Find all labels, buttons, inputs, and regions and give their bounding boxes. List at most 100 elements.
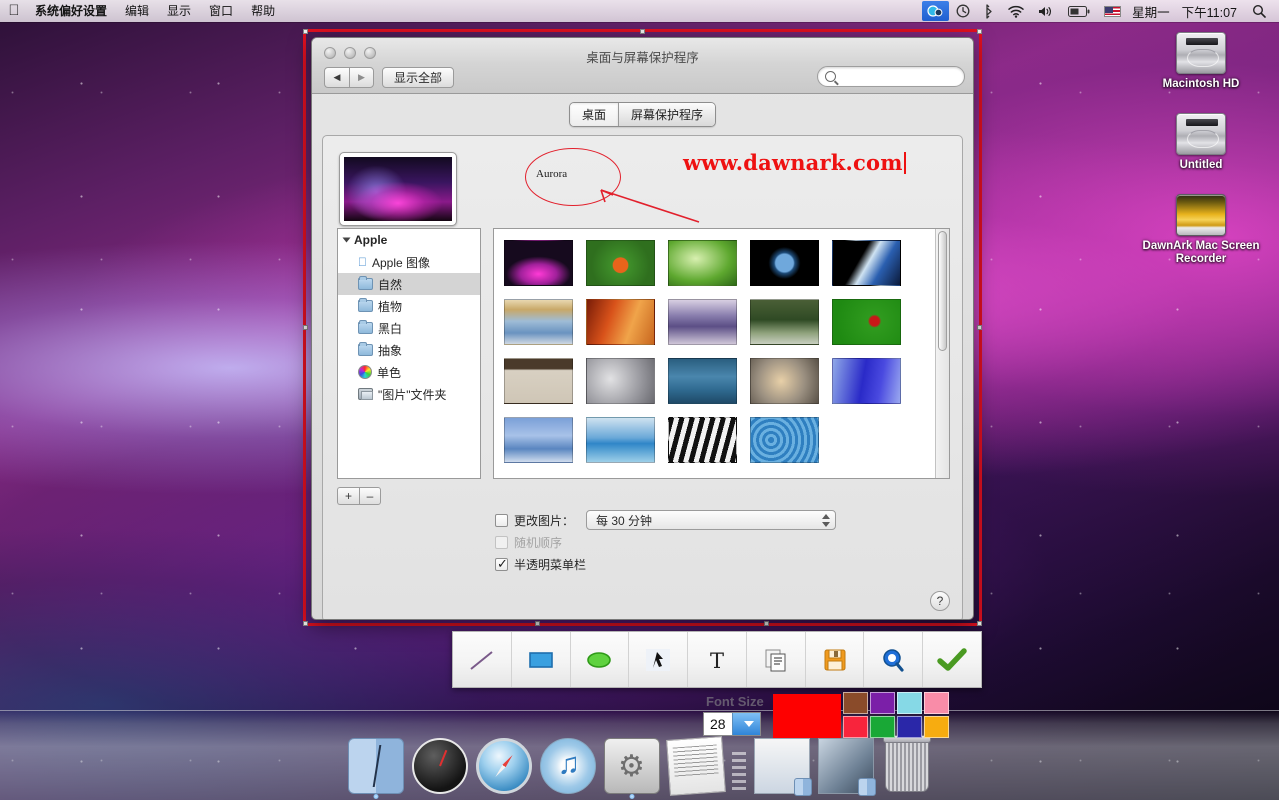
wallpaper-thumb-lavender[interactable]	[668, 299, 737, 345]
menu-item-app[interactable]: 系统偏好设置	[26, 0, 116, 22]
wallpaper-thumb-clownfish[interactable]	[586, 240, 655, 286]
menu-bar-clock[interactable]: 下午11:07	[1178, 2, 1245, 21]
rectangle-tool-button[interactable]	[512, 632, 571, 687]
wallpaper-thumb-landscape[interactable]	[750, 299, 819, 345]
wallpaper-thumb-aurora[interactable]	[504, 240, 573, 286]
annotation-toolbar[interactable]: T	[452, 631, 982, 688]
add-folder-button[interactable]: +	[337, 487, 359, 505]
spotlight-search-icon[interactable]	[1245, 0, 1273, 22]
menu-item-edit[interactable]: 编辑	[116, 0, 158, 22]
wallpaper-thumb-ladybug[interactable]	[832, 299, 901, 345]
confirm-tool-button[interactable]	[923, 632, 981, 687]
sidebar-item-plants[interactable]: 植物	[338, 295, 480, 317]
color-swatch-red[interactable]	[843, 716, 868, 738]
wallpaper-thumb-dewdrop[interactable]	[668, 240, 737, 286]
apple-menu-icon[interactable]: 	[0, 3, 26, 20]
window-titlebar[interactable]: 桌面与屏幕保护程序 ◀ ▶ 显示全部	[312, 38, 973, 94]
desktop-icon-macintosh-hd[interactable]: Macintosh HD	[1131, 32, 1271, 91]
change-interval-popup[interactable]: 每 30 分钟	[586, 510, 836, 530]
dock-item-downloads-stack[interactable]	[754, 738, 810, 794]
ellipse-tool-button[interactable]	[571, 632, 630, 687]
volume-icon[interactable]	[1031, 0, 1061, 22]
input-flag-icon[interactable]	[1097, 0, 1128, 22]
color-swatch-brown[interactable]	[843, 692, 868, 714]
dock-item-documents-stack[interactable]	[668, 738, 724, 794]
sidebar-item-nature[interactable]: 自然	[338, 273, 480, 295]
wallpaper-thumb-ripples[interactable]	[750, 417, 819, 463]
save-tool-button[interactable]	[806, 632, 865, 687]
wallpaper-thumb-canyon[interactable]	[586, 299, 655, 345]
search-field[interactable]	[817, 66, 965, 87]
battery-icon[interactable]	[1061, 0, 1097, 22]
dock-item-itunes[interactable]	[540, 738, 596, 794]
sidebar-item-solid-colors[interactable]: 单色	[338, 361, 480, 383]
wallpaper-thumb-pebbles[interactable]	[750, 358, 819, 404]
bluetooth-icon[interactable]	[977, 0, 1001, 22]
color-swatch-orange[interactable]	[924, 716, 949, 738]
wallpaper-source-list[interactable]: Apple  Apple 图像 自然 植物	[337, 228, 481, 479]
wallpaper-thumb-zebra[interactable]	[668, 417, 737, 463]
wifi-icon[interactable]	[1001, 0, 1031, 22]
disclosure-triangle-icon[interactable]	[343, 238, 351, 243]
change-picture-checkbox[interactable]	[495, 514, 508, 527]
stepper-icon[interactable]	[820, 513, 831, 527]
dock-item-system-preferences[interactable]: ⚙	[604, 738, 660, 794]
menu-item-help[interactable]: 帮助	[242, 0, 284, 22]
dock-item-dashboard[interactable]	[412, 738, 468, 794]
color-swatch-pink[interactable]	[924, 692, 949, 714]
line-tool-button[interactable]	[453, 632, 512, 687]
show-all-button[interactable]: 显示全部	[382, 67, 454, 88]
wallpaper-thumb-stones[interactable]	[586, 358, 655, 404]
translucent-menubar-checkbox[interactable]	[495, 558, 508, 571]
search-input[interactable]	[841, 71, 961, 83]
forward-button[interactable]: ▶	[349, 67, 374, 88]
sidebar-item-apple-images[interactable]:  Apple 图像	[338, 251, 480, 273]
scrollbar-knob[interactable]	[938, 231, 947, 351]
back-button[interactable]: ◀	[324, 67, 349, 88]
wallpaper-thumb-earth[interactable]	[750, 240, 819, 286]
system-preferences-window[interactable]: 桌面与屏幕保护程序 ◀ ▶ 显示全部 桌面 屏幕保护程序	[311, 37, 974, 620]
font-size-selector[interactable]: 28	[703, 712, 761, 736]
desktop-icon-untitled[interactable]: Untitled	[1131, 113, 1271, 172]
tab-desktop[interactable]: 桌面	[570, 103, 618, 126]
menu-bar-day[interactable]: 星期一	[1128, 2, 1178, 21]
sidebar-item-pictures-folder[interactable]: "图片"文件夹	[338, 383, 480, 405]
wallpaper-grid-container[interactable]	[493, 228, 950, 479]
dock-item-safari[interactable]	[476, 738, 532, 794]
sidebar-item-abstract[interactable]: 抽象	[338, 339, 480, 361]
screen-recorder-icon[interactable]	[922, 1, 949, 21]
copy-tool-button[interactable]	[747, 632, 806, 687]
wallpaper-thumb-blue-water[interactable]	[504, 299, 573, 345]
current-wallpaper-preview[interactable]	[339, 152, 457, 226]
text-tool-button[interactable]: T	[688, 632, 747, 687]
desktop-icon-dawnark-volume[interactable]: DawnArk Mac Screen Recorder	[1131, 194, 1271, 266]
sidebar-item-label: "图片"文件夹	[378, 386, 447, 403]
remove-folder-button[interactable]: –	[359, 487, 381, 505]
wallpaper-thumb-water-ripple[interactable]	[668, 358, 737, 404]
random-order-checkbox[interactable]	[495, 536, 508, 549]
wallpaper-grid-scrollbar[interactable]	[935, 229, 949, 478]
arrow-tool-button[interactable]	[629, 632, 688, 687]
tab-screensaver[interactable]: 屏幕保护程序	[618, 103, 715, 126]
wallpaper-thumb-zen-garden[interactable]	[504, 358, 573, 404]
time-machine-icon[interactable]	[949, 0, 977, 22]
menu-item-view[interactable]: 显示	[158, 0, 200, 22]
wallpaper-thumb-blue-streaks[interactable]	[832, 358, 901, 404]
help-button[interactable]: ?	[930, 591, 950, 611]
color-swatch-blue[interactable]	[897, 716, 922, 738]
color-swatch-green[interactable]	[870, 716, 895, 738]
wallpaper-thumb-sea-horizon[interactable]	[586, 417, 655, 463]
current-color-swatch[interactable]	[773, 694, 841, 738]
color-swatch-cyan[interactable]	[897, 692, 922, 714]
sidebar-item-apple[interactable]: Apple	[338, 229, 480, 251]
dock-item-screenshot-stack[interactable]	[818, 738, 874, 794]
wallpaper-thumb-earth-horizon[interactable]	[832, 240, 901, 286]
color-swatch-purple[interactable]	[870, 692, 895, 714]
sidebar-item-black-and-white[interactable]: 黑白	[338, 317, 480, 339]
dock-item-finder[interactable]	[348, 738, 404, 794]
chevron-down-icon[interactable]	[732, 713, 761, 735]
wallpaper-thumb-blue-reflection[interactable]	[504, 417, 573, 463]
dock-item-trash[interactable]	[882, 738, 932, 794]
zoom-tool-button[interactable]	[864, 632, 923, 687]
menu-item-window[interactable]: 窗口	[200, 0, 242, 22]
